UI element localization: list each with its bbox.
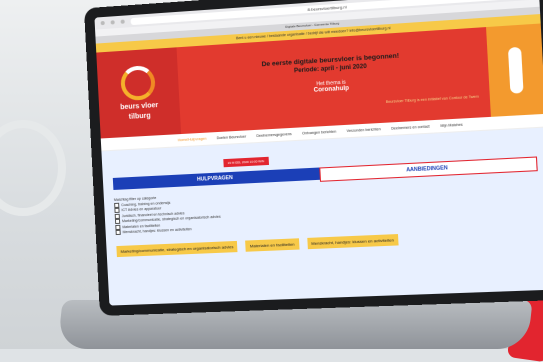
laptop-screen-bezel: 8-beursvloertilburg.nl Digitale Beursvlo…: [83, 0, 543, 316]
card-marketing[interactable]: Marketing/communicatie, strategisch en o…: [116, 240, 238, 257]
hero-illustration: [486, 23, 543, 117]
nav-doelen[interactable]: Doelen Beursvloer: [216, 130, 247, 144]
info-figure-icon: [507, 46, 524, 94]
checkbox-icon[interactable]: [115, 229, 121, 236]
laptop-screen: 8-beursvloertilburg.nl Digitale Beursvlo…: [94, 0, 543, 306]
minimize-dot-icon[interactable]: [110, 20, 115, 25]
logo-icon: [120, 64, 156, 102]
nav-deelnemersgegevens[interactable]: Deelnemersgegevens: [256, 128, 292, 142]
hero-text: De eerste digitale beursvloer is begonne…: [178, 46, 490, 115]
nav-matches[interactable]: Mijn Matches: [440, 118, 463, 132]
tab-hulpvragen[interactable]: HULPVRAGEN: [112, 167, 320, 190]
logo-text-2: tilburg: [128, 112, 151, 121]
hero-logo: beurs vloer tilburg: [96, 47, 182, 139]
card-materialen[interactable]: Materialen en faciliteiten: [245, 237, 300, 252]
nav-deelnemers-contact[interactable]: Deelnemers en contact: [391, 120, 430, 135]
card-menskracht[interactable]: Menskracht, handjes: klussen en activite…: [306, 233, 399, 249]
maximize-dot-icon[interactable]: [120, 19, 125, 24]
main-content: 19 M EEL 2020 10:00 WIN HULPVRAGEN AANBI…: [101, 127, 543, 306]
nav-ontvangen[interactable]: Ontvangen berichten: [302, 125, 337, 139]
logo-text-1: beurs vloer: [120, 102, 159, 112]
nav-home[interactable]: Home/Hulpvragen: [177, 133, 207, 147]
close-dot-icon[interactable]: [100, 20, 105, 26]
date-badge: 19 M EEL 2020 10:00 WIN: [223, 156, 269, 168]
nav-verzonden[interactable]: Verzonden berichten: [346, 123, 381, 137]
